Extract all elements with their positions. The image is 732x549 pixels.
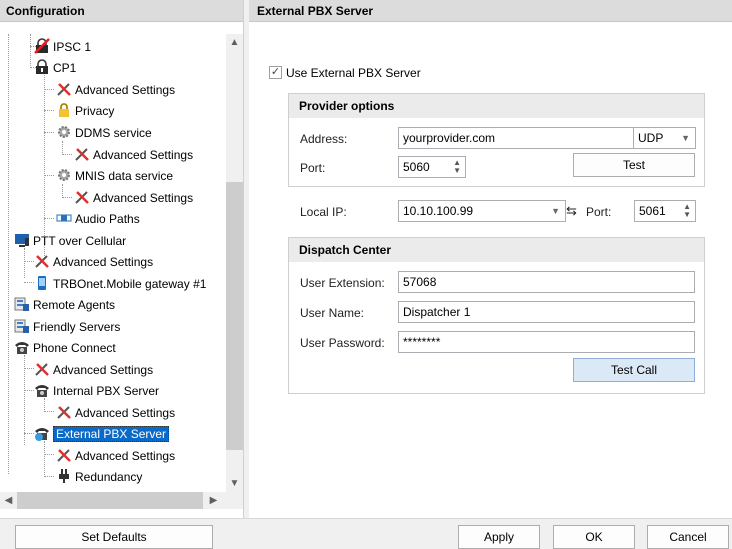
- user-name-label: User Name:: [300, 306, 365, 320]
- scroll-down-icon[interactable]: ▼: [226, 475, 243, 492]
- tools-icon: [34, 253, 50, 269]
- settings-title: External PBX Server: [249, 0, 732, 22]
- tree-item-audio-paths[interactable]: Audio Paths: [56, 208, 140, 228]
- tree-item-cp1-advanced-settings[interactable]: Advanced Settings: [56, 79, 175, 99]
- local-ip-select[interactable]: 10.10.100.99 ▼: [398, 200, 566, 222]
- tree-item-ipsc1[interactable]: IPSC 1: [34, 36, 91, 56]
- user-password-input[interactable]: ********: [398, 331, 695, 353]
- scroll-right-icon[interactable]: ▶: [205, 492, 222, 509]
- tree-item-cp1[interactable]: CP1: [34, 57, 76, 77]
- lock-red-icon: [34, 37, 50, 54]
- tools-icon: [34, 361, 50, 377]
- chevron-down-icon: ▼: [681, 133, 690, 143]
- tools-icon: [74, 146, 90, 162]
- tree-item-phone-connect[interactable]: Phone Connect: [14, 337, 116, 357]
- tree-item-ptt-advanced-settings[interactable]: Advanced Settings: [34, 251, 153, 271]
- tree-item-internal-pbx-server[interactable]: Internal PBX Server: [34, 380, 159, 400]
- telephone-icon: [14, 339, 30, 355]
- configuration-panel: Configuration IPSC 1 CP1 Advanced Settin…: [0, 0, 244, 518]
- address-label: Address:: [300, 132, 348, 146]
- tree-item-mnis-advanced-settings[interactable]: Advanced Settings: [74, 187, 193, 207]
- tools-icon: [74, 189, 90, 205]
- cancel-button[interactable]: Cancel: [647, 525, 729, 549]
- tools-icon: [56, 404, 72, 420]
- lock-black-icon: [34, 59, 50, 75]
- agents-icon: [14, 296, 30, 312]
- tree-item-friendly-servers[interactable]: Friendly Servers: [14, 316, 120, 336]
- dispatch-center-title: Dispatch Center: [289, 238, 704, 262]
- tree-item-ptt-over-cellular[interactable]: PTT over Cellular: [14, 230, 126, 250]
- scroll-thumb-horizontal[interactable]: [17, 492, 203, 509]
- tree-item-mnis-data-service[interactable]: MNIS data service: [56, 165, 173, 185]
- set-defaults-button[interactable]: Set Defaults: [15, 525, 213, 549]
- user-extension-label: User Extension:: [300, 276, 385, 290]
- tools-icon: [56, 447, 72, 463]
- tree-item-ddms-service[interactable]: DDMS service: [56, 122, 152, 142]
- use-external-pbx-checkbox[interactable]: ✓ Use External PBX Server: [269, 64, 421, 82]
- agents-icon: [14, 318, 30, 334]
- tree-item-ddms-advanced-settings[interactable]: Advanced Settings: [74, 144, 193, 164]
- tree-item-external-pbx-server[interactable]: External PBX Server: [34, 423, 170, 443]
- gear-icon: [56, 167, 72, 183]
- phone-icon: [34, 275, 50, 291]
- port-label: Port:: [300, 161, 326, 175]
- local-port-label: Port:: [586, 205, 612, 219]
- address-input[interactable]: yourprovider.com: [398, 127, 634, 149]
- tree-item-external-advanced-settings[interactable]: Advanced Settings: [56, 445, 175, 465]
- chevron-down-icon: ▼: [551, 206, 560, 216]
- telephone-icon: [34, 382, 50, 398]
- user-name-input[interactable]: Dispatcher 1: [398, 301, 695, 323]
- local-ip-label: Local IP:: [300, 205, 347, 219]
- stepper-arrows-icon[interactable]: ▲ ▼: [453, 159, 461, 175]
- telephone-globe-icon: [34, 425, 50, 441]
- test-call-button[interactable]: Test Call: [573, 358, 695, 382]
- tree-horizontal-scrollbar[interactable]: ◀ ▶: [0, 492, 243, 509]
- user-extension-input[interactable]: 57068: [398, 271, 695, 293]
- refresh-icon[interactable]: ⇆: [566, 201, 577, 221]
- scroll-left-icon[interactable]: ◀: [0, 492, 17, 509]
- configuration-tree: IPSC 1 CP1 Advanced Settings Privacy DDM…: [0, 34, 226, 492]
- stepper-arrows-icon[interactable]: ▲ ▼: [683, 203, 691, 219]
- tree-item-remote-agents[interactable]: Remote Agents: [14, 294, 115, 314]
- provider-options-title: Provider options: [289, 94, 704, 118]
- plug-icon: [56, 468, 72, 484]
- tools-icon: [56, 81, 72, 97]
- scroll-thumb[interactable]: [226, 182, 243, 450]
- tree-item-phone-advanced-settings[interactable]: Advanced Settings: [34, 359, 153, 379]
- tree-item-redundancy[interactable]: Redundancy: [56, 466, 142, 486]
- scroll-up-icon[interactable]: ▲: [226, 34, 243, 51]
- apply-button[interactable]: Apply: [458, 525, 540, 549]
- user-password-label: User Password:: [300, 336, 385, 350]
- local-port-stepper[interactable]: 5061 ▲ ▼: [634, 200, 696, 222]
- tree-item-internal-advanced-settings[interactable]: Advanced Settings: [56, 402, 175, 422]
- test-button[interactable]: Test: [573, 153, 695, 177]
- tree-vertical-scrollbar[interactable]: ▲ ▼: [226, 34, 243, 492]
- audio-paths-icon: [56, 210, 72, 226]
- monitor-icon: [14, 232, 30, 248]
- tree-item-mobile-gateway[interactable]: TRBOnet.Mobile gateway #1: [34, 273, 206, 293]
- port-stepper[interactable]: 5060 ▲ ▼: [398, 156, 466, 178]
- configuration-title: Configuration: [0, 0, 243, 22]
- checkmark-icon[interactable]: ✓: [269, 66, 282, 80]
- padlock-icon: [56, 102, 72, 118]
- protocol-select[interactable]: UDP ▼: [633, 127, 696, 149]
- gear-icon: [56, 124, 72, 140]
- ok-button[interactable]: OK: [553, 525, 635, 549]
- tree-item-privacy[interactable]: Privacy: [56, 100, 114, 120]
